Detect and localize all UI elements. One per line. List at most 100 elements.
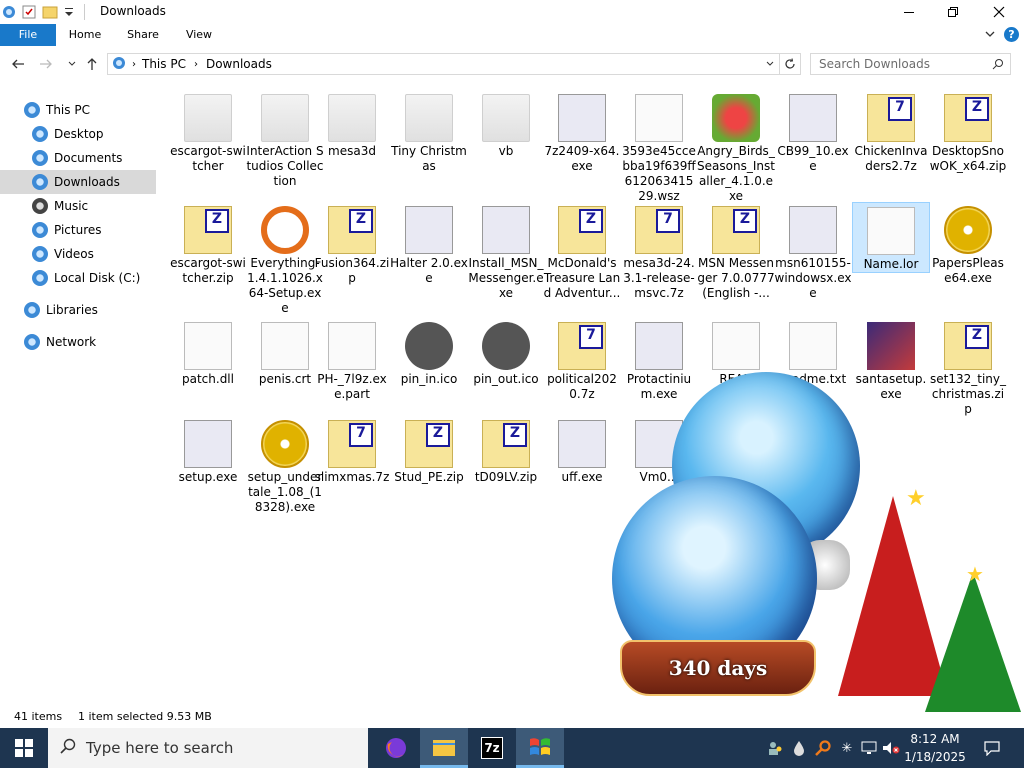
file-item[interactable]: Protactinium.exe	[620, 318, 698, 402]
breadcrumb-separator-icon: ›	[193, 58, 198, 70]
file-item[interactable]: CB99_10.exe	[774, 90, 852, 174]
notifications-icon[interactable]	[978, 728, 1006, 768]
key-file-icon	[261, 206, 309, 254]
up-button[interactable]	[82, 54, 102, 74]
sidebar-item-documents[interactable]: Documents	[0, 146, 156, 170]
taskbar-firefox[interactable]	[372, 728, 420, 768]
forward-button[interactable]	[36, 54, 56, 74]
file-name: setup.exe	[178, 470, 238, 484]
address-history-dropdown[interactable]	[765, 58, 775, 72]
item-count: 41 items	[14, 710, 63, 723]
tab-home[interactable]: Home	[60, 24, 110, 46]
maximize-button[interactable]	[930, 0, 976, 24]
file-item[interactable]: PH-_7l9z.exe.part	[313, 318, 391, 402]
taskbar-file-explorer[interactable]	[420, 728, 468, 768]
taskbar-clock[interactable]: 8:12 AM 1/18/2025	[904, 730, 966, 766]
file-item[interactable]: pin_out.ico	[467, 318, 545, 387]
start-button[interactable]	[0, 728, 48, 768]
minimize-button[interactable]	[886, 0, 932, 24]
file-item[interactable]: uff.exe	[543, 416, 621, 485]
sidebar-item-videos[interactable]: Videos	[0, 242, 156, 266]
file-item[interactable]: Halter 2.0.exe	[390, 202, 468, 286]
taskbar-windows-xp[interactable]	[516, 728, 564, 768]
doc-file-icon	[635, 94, 683, 142]
expand-ribbon-icon[interactable]	[984, 28, 996, 43]
sidebar-item-pictures[interactable]: Pictures	[0, 218, 156, 242]
droplet-icon[interactable]	[788, 728, 810, 768]
help-icon[interactable]: ?	[1004, 27, 1019, 42]
file-item[interactable]: DesktopSnowOK_x64.zip	[929, 90, 1007, 174]
breadcrumb-this-pc[interactable]: This PC	[142, 57, 186, 71]
tab-share[interactable]: Share	[118, 24, 168, 46]
file-item[interactable]: 3593e45ccebba19f639ff612063415 29.wsz	[620, 90, 698, 204]
titlebar-divider	[84, 4, 85, 20]
file-item[interactable]: slimxmas.7z	[313, 416, 391, 485]
file-item[interactable]: tD09LV.zip	[467, 416, 545, 485]
chevron-down-icon	[766, 61, 774, 66]
people-icon[interactable]	[764, 728, 786, 768]
7zip-icon: 7z	[481, 737, 503, 759]
taskbar-search-placeholder: Type here to search	[86, 739, 234, 757]
file-item[interactable]: patch.dll	[169, 318, 247, 387]
sidebar-item-music[interactable]: Music	[0, 194, 156, 218]
file-item[interactable]: Angry_Birds_Seasons_Installer_4.1.0.exe	[697, 90, 775, 204]
file-item[interactable]: 7z2409-x64.exe	[543, 90, 621, 174]
volume-muted-icon[interactable]	[880, 728, 902, 768]
zip-file-icon	[328, 206, 376, 254]
file-item[interactable]: political2020.7z	[543, 318, 621, 402]
recent-locations-button[interactable]	[62, 54, 82, 74]
file-name: McDonald's Treasure Land Adventur...	[543, 256, 621, 300]
taskbar-search-box[interactable]: Type here to search	[48, 728, 368, 768]
everything-search-icon[interactable]	[812, 728, 834, 768]
zip-file-icon	[712, 206, 760, 254]
file-item[interactable]: mesa3d	[313, 90, 391, 159]
file-item[interactable]: escargot-switcher.zip	[169, 202, 247, 286]
file-item[interactable]: vb	[467, 90, 545, 159]
file-item[interactable]: msn610155-windowsx.exe	[774, 202, 852, 301]
network-tray-icon[interactable]	[858, 728, 880, 768]
file-item[interactable]: pin_in.ico	[390, 318, 468, 387]
tab-file[interactable]: File	[0, 24, 56, 46]
properties-icon[interactable]	[22, 4, 36, 20]
taskbar-7zip[interactable]: 7z	[468, 728, 516, 768]
sidebar-item-desktop[interactable]: Desktop	[0, 122, 156, 146]
file-item[interactable]: santasetup.exe	[852, 318, 930, 402]
file-item[interactable]: mesa3d-24.3.1-release-msvc.7z	[620, 202, 698, 301]
file-item[interactable]: Fusion364.zip	[313, 202, 391, 286]
snowflake-icon[interactable]: ✳	[836, 728, 858, 768]
sidebar-item-network[interactable]: Network	[0, 330, 156, 354]
file-item[interactable]: McDonald's Treasure Land Adventur...	[543, 202, 621, 301]
file-item[interactable]: Name.lor	[852, 202, 930, 273]
file-name: vb	[498, 144, 514, 158]
file-item[interactable]: setup.exe	[169, 416, 247, 485]
file-name: santasetup.exe	[855, 372, 927, 401]
new-folder-icon[interactable]	[42, 4, 58, 20]
file-item[interactable]: escargot-switcher	[169, 90, 247, 174]
file-name: mesa3d	[328, 144, 376, 158]
breadcrumb-downloads[interactable]: Downloads	[206, 57, 272, 71]
sidebar-item-libraries[interactable]: Libraries	[0, 298, 156, 322]
sidebar-item-local-disk[interactable]: Local Disk (C:)	[0, 266, 156, 290]
star-icon: ★	[966, 562, 984, 586]
close-button[interactable]	[976, 0, 1022, 24]
search-input[interactable]: Search Downloads	[810, 53, 1011, 75]
folder-file-icon	[482, 94, 530, 142]
file-item[interactable]: set132_tiny_christmas.zip	[929, 318, 1007, 417]
back-button[interactable]	[8, 54, 28, 74]
sidebar-item-downloads[interactable]: Downloads	[0, 170, 156, 194]
quick-access-dropdown-icon[interactable]	[62, 4, 76, 20]
file-item[interactable]: MSN Messenger 7.0.0777 (English -...	[697, 202, 775, 301]
file-name: 3593e45ccebba19f639ff612063415 29.wsz	[622, 144, 696, 203]
file-item[interactable]: Stud_PE.zip	[390, 416, 468, 485]
7z-file-icon	[328, 420, 376, 468]
tab-view[interactable]: View	[174, 24, 224, 46]
7z-file-icon	[867, 94, 915, 142]
address-bar[interactable]: › This PC › Downloads	[107, 53, 780, 75]
file-item[interactable]: ChickenInvaders2.7z	[852, 90, 930, 174]
file-item[interactable]: Tiny Christmas	[390, 90, 468, 174]
sidebar-item-this-pc[interactable]: This PC	[0, 98, 156, 122]
refresh-button[interactable]	[780, 53, 801, 75]
file-item[interactable]: Install_MSN_Messenger.exe	[467, 202, 545, 301]
sidebar-item-label: Network	[46, 335, 97, 349]
file-item[interactable]: PapersPlease64.exe	[929, 202, 1007, 286]
